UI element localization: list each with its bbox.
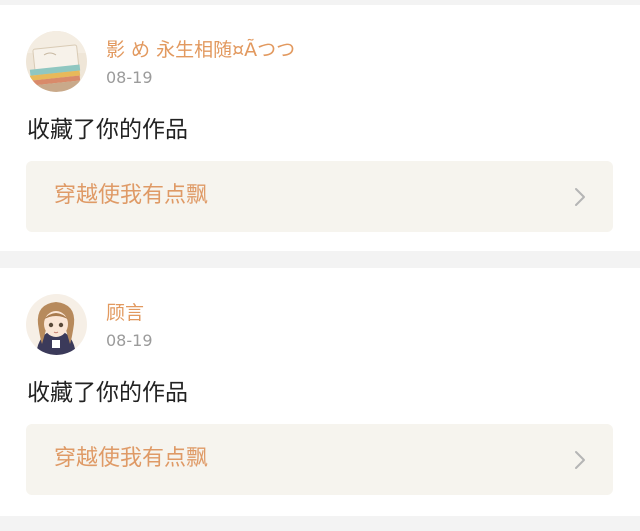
notebook-photo-avatar-icon (26, 31, 87, 92)
timestamp: 08-19 (106, 331, 153, 350)
work-link[interactable]: 穿越使我有点飘 (26, 424, 613, 495)
notification-card: 影 め 永生相随¤Ãつつ 08-19 收藏了你的作品 穿越使我有点飘 (0, 5, 640, 251)
username[interactable]: 影 め 永生相随¤Ãつつ (106, 38, 295, 62)
chevron-right-icon (575, 188, 585, 206)
work-title: 穿越使我有点飘 (54, 183, 209, 208)
chevron-right-icon (575, 451, 585, 469)
avatar[interactable] (26, 294, 87, 355)
work-link[interactable]: 穿越使我有点飘 (26, 161, 613, 232)
anime-girl-avatar-icon (26, 294, 87, 355)
notification-feed: 影 め 永生相随¤Ãつつ 08-19 收藏了你的作品 穿越使我有点飘 顾言 08… (0, 0, 640, 531)
timestamp: 08-19 (106, 68, 153, 87)
activity-text: 收藏了你的作品 (27, 380, 188, 406)
work-title: 穿越使我有点飘 (54, 446, 209, 471)
username[interactable]: 顾言 (106, 301, 144, 325)
avatar[interactable] (26, 31, 87, 92)
activity-text: 收藏了你的作品 (27, 117, 188, 143)
notification-card: 顾言 08-19 收藏了你的作品 穿越使我有点飘 (0, 268, 640, 516)
